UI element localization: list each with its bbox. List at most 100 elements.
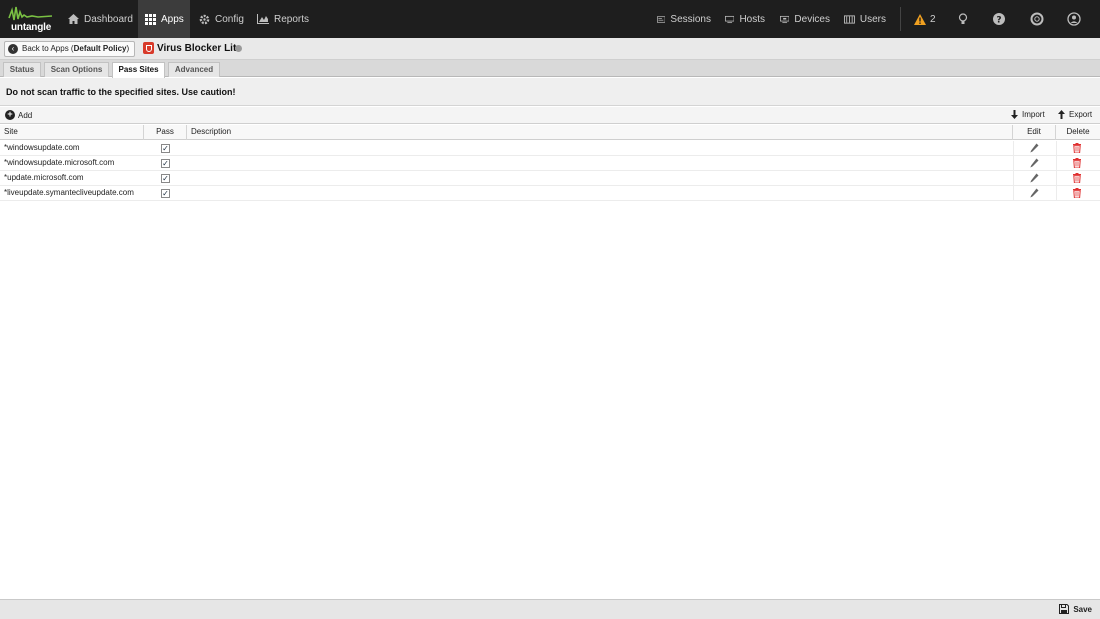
nav-apps[interactable]: Apps: [138, 0, 190, 38]
nav-hosts[interactable]: Hosts: [725, 0, 765, 38]
column-separator: [1013, 141, 1014, 156]
nav-sessions-label: Sessions: [670, 13, 711, 25]
nav-config[interactable]: Config: [199, 0, 249, 38]
column-separator: [1056, 156, 1057, 171]
column-separator: [1013, 156, 1014, 171]
warning-icon: [914, 13, 926, 25]
nav-alerts[interactable]: 2: [914, 0, 938, 38]
help-icon[interactable]: ?: [992, 12, 1006, 26]
column-header-pass[interactable]: Pass: [144, 125, 187, 140]
add-button-label: Add: [18, 110, 33, 120]
import-button-label: Import: [1022, 110, 1045, 119]
untangle-logo[interactable]: untangle: [8, 4, 54, 34]
nav-users[interactable]: Users: [844, 0, 886, 38]
save-button[interactable]: Save: [1059, 604, 1092, 614]
pencil-edit-icon[interactable]: [1030, 158, 1039, 168]
chart-icon: [257, 14, 269, 24]
trash-delete-icon[interactable]: [1073, 143, 1081, 153]
trash-delete-icon[interactable]: [1073, 188, 1081, 198]
nav-divider: [900, 7, 901, 31]
description-cell: [187, 156, 195, 171]
pass-checkbox[interactable]: ✓: [161, 189, 170, 198]
site-cell: *update.microsoft.com: [4, 173, 84, 182]
column-header-description[interactable]: Description: [187, 125, 1013, 140]
site-cell: *windowsupdate.com: [4, 143, 80, 152]
tab-scan-options[interactable]: Scan Options: [44, 62, 109, 77]
users-icon: [844, 14, 855, 24]
import-button[interactable]: Import: [1010, 110, 1045, 119]
svg-text:?: ?: [996, 16, 1001, 26]
gear-icon: [199, 14, 210, 24]
description-cell: [187, 141, 195, 156]
pass-checkbox[interactable]: ✓: [161, 159, 170, 168]
save-button-label: Save: [1073, 604, 1092, 614]
tab-status[interactable]: Status: [3, 62, 41, 77]
column-separator: [1056, 171, 1057, 186]
logo-wave-icon: [8, 6, 53, 21]
virus-blocker-app-icon: [143, 42, 154, 54]
description-cell: [187, 171, 195, 186]
column-header-delete: Delete: [1066, 127, 1090, 136]
home-icon: [68, 14, 79, 24]
tab-bar: Status Scan Options Pass Sites Advanced: [0, 60, 1100, 78]
nav-reports-label: Reports: [273, 13, 309, 25]
trash-delete-icon[interactable]: [1073, 158, 1081, 168]
arrow-up-icon: [1058, 110, 1065, 119]
alerts-count: 2: [930, 13, 936, 25]
nav-dashboard-label: Dashboard: [84, 13, 133, 25]
column-separator: [1013, 186, 1014, 201]
tab-advanced[interactable]: Advanced: [168, 62, 220, 77]
grid-header: Site Pass Description Edit Delete: [0, 125, 1100, 140]
site-cell: *windowsupdate.microsoft.com: [4, 158, 115, 167]
app-status-indicator: [235, 45, 242, 52]
nav-devices[interactable]: Devices: [780, 0, 830, 38]
footer-bar: Save: [0, 599, 1100, 619]
column-header-site[interactable]: Site: [0, 125, 144, 140]
back-button-label: Back to Apps (: [22, 44, 74, 53]
pencil-edit-icon[interactable]: [1030, 173, 1039, 183]
nav-apps-label: Apps: [161, 13, 184, 25]
devices-icon: [780, 15, 790, 23]
table-row[interactable]: *windowsupdate.microsoft.com ✓: [0, 156, 1100, 171]
pass-checkbox[interactable]: ✓: [161, 144, 170, 153]
account-user-icon[interactable]: [1067, 12, 1081, 26]
pencil-edit-icon[interactable]: [1030, 143, 1039, 153]
column-header-edit: Edit: [1013, 125, 1056, 140]
nav-devices-label: Devices: [794, 13, 830, 25]
hosts-icon: [725, 15, 735, 23]
nav-reports[interactable]: Reports: [257, 0, 309, 38]
nav-sessions[interactable]: Sessions: [657, 0, 711, 38]
export-button[interactable]: Export: [1057, 110, 1092, 119]
column-separator: [1013, 171, 1014, 186]
add-button[interactable]: + Add: [5, 110, 32, 120]
app-title: Virus Blocker Lite: [157, 43, 242, 54]
column-separator: [1056, 186, 1057, 201]
top-nav-bar: untangle Dashboard Apps Config Reports S…: [0, 0, 1100, 38]
tab-pass-sites[interactable]: Pass Sites: [112, 62, 165, 78]
back-to-apps-button[interactable]: ‹ Back to Apps (Default Policy): [4, 41, 136, 57]
nav-users-label: Users: [859, 13, 886, 25]
table-row[interactable]: *liveupdate.symantecliveupdate.com ✓: [0, 186, 1100, 201]
logo-text: untangle: [11, 22, 52, 33]
trash-delete-icon[interactable]: [1073, 173, 1081, 183]
pass-checkbox[interactable]: ✓: [161, 174, 170, 183]
nav-dashboard[interactable]: Dashboard: [62, 0, 136, 38]
nav-config-label: Config: [215, 13, 244, 25]
table-row[interactable]: *update.microsoft.com ✓: [0, 171, 1100, 186]
grid-toolbar: + Add Import Export: [0, 107, 1100, 124]
add-icon: +: [5, 110, 15, 120]
back-button-policy: Default Policy: [73, 44, 127, 53]
support-lifebuoy-icon[interactable]: [1030, 12, 1044, 26]
pencil-edit-icon[interactable]: [1030, 188, 1039, 198]
floppy-save-icon: [1059, 604, 1070, 614]
lightbulb-icon[interactable]: [956, 12, 970, 26]
table-row[interactable]: *windowsupdate.com ✓: [0, 141, 1100, 156]
column-separator: [1056, 141, 1057, 156]
export-button-label: Export: [1069, 110, 1093, 119]
description-cell: [187, 186, 195, 201]
back-button-close: ): [126, 44, 130, 53]
grid-icon: [145, 13, 156, 25]
caution-message: Do not scan traffic to the specified sit…: [0, 78, 1100, 106]
nav-hosts-label: Hosts: [739, 13, 765, 25]
pass-sites-grid: *windowsupdate.com ✓ *windowsupdate.micr…: [0, 141, 1100, 201]
